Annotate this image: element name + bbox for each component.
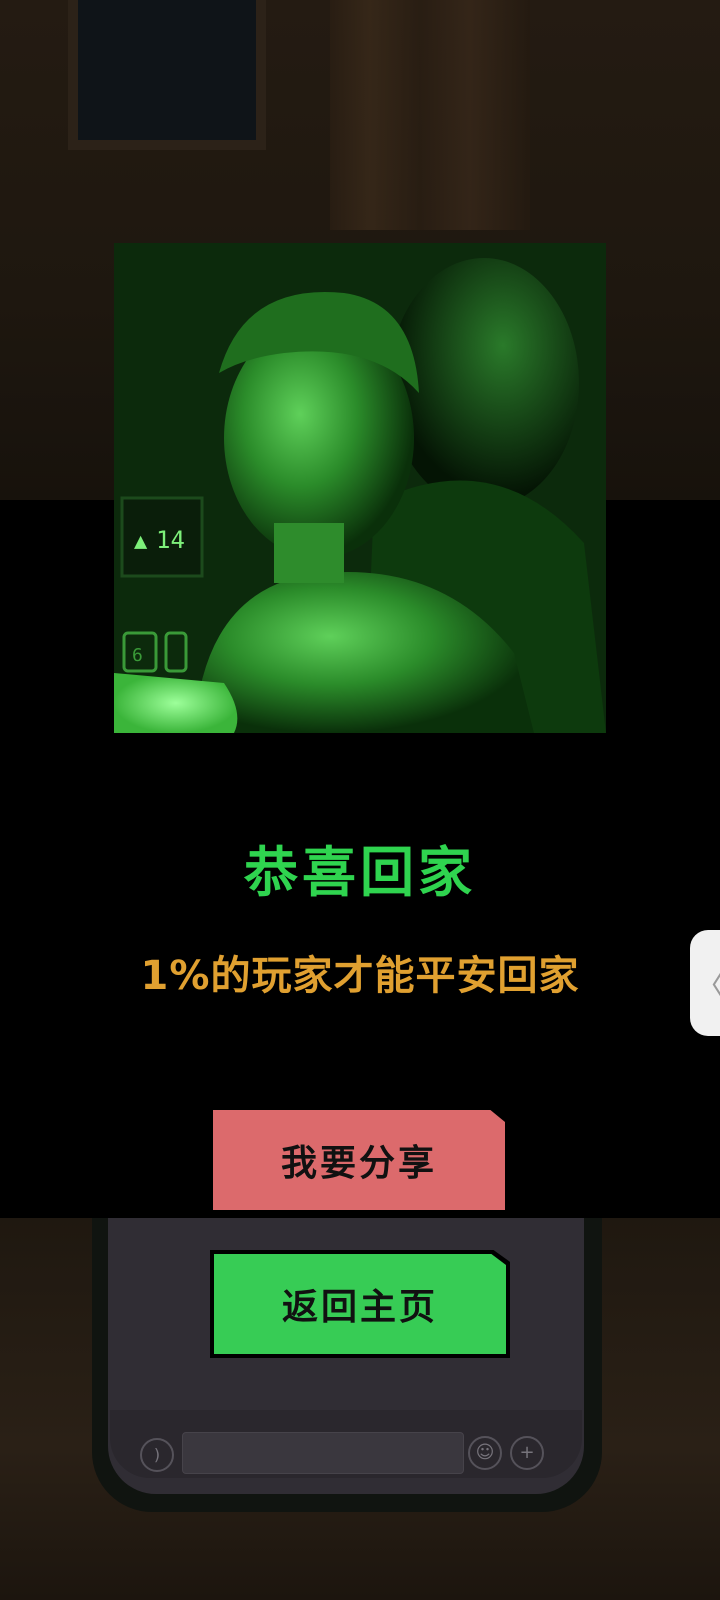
plus-icon: + [510, 1436, 544, 1470]
voice-icon: ) [140, 1438, 174, 1472]
result-subtitle: 1%的玩家才能平安回家 [140, 953, 580, 999]
share-button[interactable]: 我要分享 [213, 1110, 505, 1210]
result-title: 恭喜回家 [244, 841, 476, 904]
background-picture-frame [68, 0, 266, 150]
home-button-frame: 返回主页 [210, 1250, 510, 1358]
home-button[interactable]: 返回主页 [214, 1254, 506, 1354]
svg-text:6: 6 [132, 645, 143, 666]
chevron-left-icon: 〈 [695, 961, 720, 1005]
phone-text-field [182, 1432, 464, 1474]
side-handle[interactable]: 〈 [690, 930, 720, 1036]
result-illustration: ▲ 14 6 [114, 243, 606, 733]
background-curtain [330, 0, 530, 230]
emoji-icon: ☺ [468, 1436, 502, 1470]
floor-indicator: 14 [156, 526, 185, 554]
svg-text:▲: ▲ [134, 529, 148, 554]
